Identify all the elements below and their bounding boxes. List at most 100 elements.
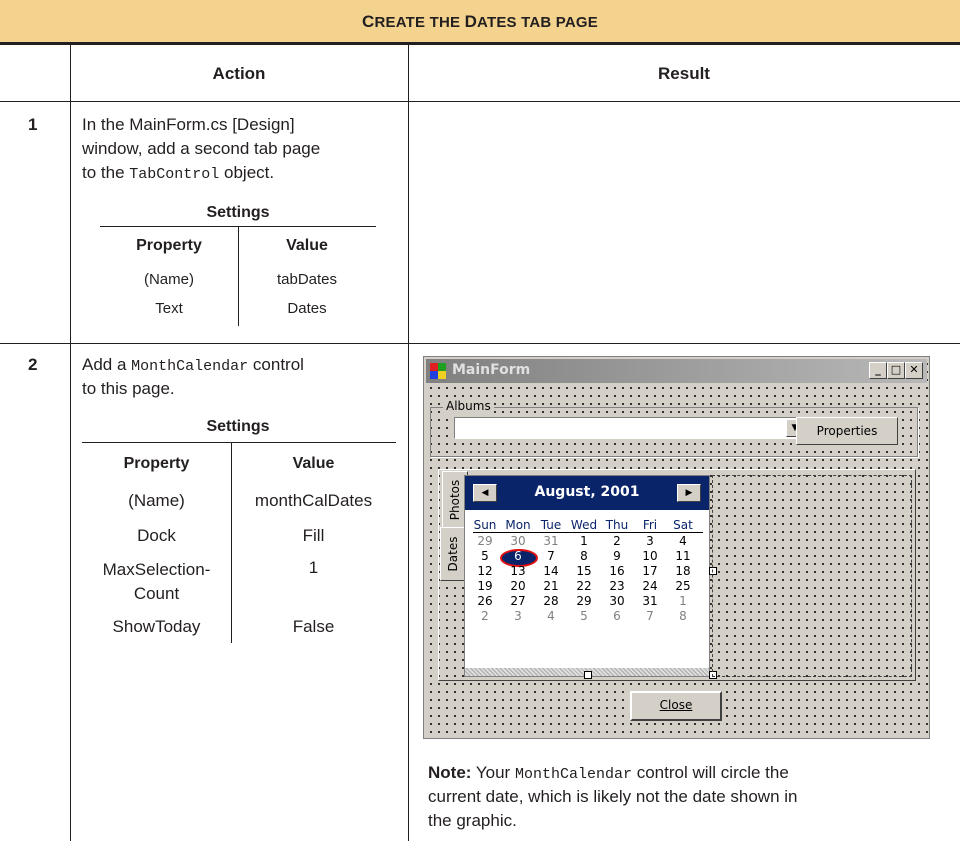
step1-line2: window, add a second tab page <box>82 139 321 158</box>
form-icon <box>430 363 446 379</box>
calendar-day[interactable]: 24 <box>636 579 664 593</box>
step2-header-value: Value <box>292 455 335 472</box>
calendar-day[interactable]: 28 <box>537 594 565 608</box>
calendar-day[interactable]: 7 <box>636 609 664 623</box>
step1-settings-title: Settings <box>206 204 270 221</box>
mainform-window: MainForm _ □ ✕ Albums ▼ Properties Photo… <box>423 356 930 739</box>
calendar-day[interactable]: 11 <box>669 549 697 563</box>
header-rule <box>0 101 960 102</box>
text-part: control will circle the <box>631 763 789 782</box>
calendar-header: ◀ August, 2001 ▶ <box>465 476 709 510</box>
calendar-day[interactable]: 8 <box>570 549 598 563</box>
day-of-week-label: Tue <box>540 518 562 532</box>
properties-button[interactable]: Properties <box>796 417 898 445</box>
calendar-day[interactable]: 31 <box>636 594 664 608</box>
step-number-1: 1 <box>28 115 38 134</box>
calendar-day[interactable]: 25 <box>669 579 697 593</box>
title-bar: MainForm _ □ ✕ <box>426 359 927 383</box>
calendar-day[interactable]: 6 <box>603 609 631 623</box>
calendar-day[interactable]: 5 <box>471 549 499 563</box>
calendar-day[interactable]: 2 <box>471 609 499 623</box>
day-of-week-label: Wed <box>570 518 598 532</box>
calendar-day[interactable]: 9 <box>603 549 631 563</box>
calendar-day[interactable]: 30 <box>504 534 532 548</box>
calendar-day[interactable]: 29 <box>471 534 499 548</box>
calendar-day[interactable]: 13 <box>504 564 532 578</box>
calendar-day[interactable]: 7 <box>537 549 565 563</box>
minimize-icon[interactable]: _ <box>869 362 887 379</box>
calendar-day[interactable]: 3 <box>504 609 532 623</box>
calendar-day[interactable]: 14 <box>537 564 565 578</box>
calendar-day[interactable]: 19 <box>471 579 499 593</box>
prop-line: MaxSelection- <box>102 560 211 579</box>
day-of-week-label: Thu <box>605 518 629 532</box>
step1-prop-name: (Name) <box>143 271 194 288</box>
col-divider-left <box>70 45 71 841</box>
step2-prop-dock: Dock <box>137 526 176 545</box>
day-of-week-label: Sat <box>673 518 693 532</box>
calendar-day[interactable]: 10 <box>636 549 664 563</box>
calendar-day[interactable]: 22 <box>570 579 598 593</box>
step2-value-maxselection: 1 <box>308 558 319 577</box>
close-icon[interactable]: ✕ <box>905 362 923 379</box>
step1-prop-text: Text <box>155 300 183 317</box>
day-of-week-label: Mon <box>505 518 531 532</box>
step2-prop-showtoday: ShowToday <box>112 617 201 636</box>
calendar-day[interactable]: 5 <box>570 609 598 623</box>
albums-combobox[interactable]: ▼ <box>454 417 806 439</box>
step1-line1: In the MainForm.cs [Design] <box>82 115 295 134</box>
calendar-day[interactable]: 17 <box>636 564 664 578</box>
code-tabcontrol: TabControl <box>129 166 220 183</box>
step1-line3: to the TabControl object. <box>82 161 274 187</box>
calendar-day[interactable]: 3 <box>636 534 664 548</box>
table-title: CREATE THE DATES TAB PAGE <box>0 12 960 32</box>
calendar-day[interactable]: 1 <box>669 594 697 608</box>
calendar-day[interactable]: 15 <box>570 564 598 578</box>
next-month-icon[interactable]: ▶ <box>677 484 701 502</box>
calendar-day[interactable]: 18 <box>669 564 697 578</box>
col-divider-right <box>408 45 409 841</box>
calendar-day[interactable]: 12 <box>471 564 499 578</box>
calendar-day[interactable]: 29 <box>570 594 598 608</box>
step-number-2: 2 <box>28 355 38 374</box>
title-part: ATES TAB PAGE <box>477 14 598 31</box>
text-part: object. <box>219 163 275 182</box>
calendar-day[interactable]: 23 <box>603 579 631 593</box>
calendar-day[interactable]: 8 <box>669 609 697 623</box>
calendar-day[interactable]: 4 <box>537 609 565 623</box>
maximize-icon[interactable]: □ <box>887 362 905 379</box>
note-line2: current date, which is likely not the da… <box>428 787 798 806</box>
calendar-day[interactable]: 30 <box>603 594 631 608</box>
title-part: C <box>362 12 375 31</box>
close-button-label: Close <box>659 698 693 712</box>
step2-line2: to this page. <box>82 379 175 398</box>
tab-dates-label: Dates <box>446 536 460 572</box>
calendar-day[interactable]: 2 <box>603 534 631 548</box>
calendar-day[interactable]: 1 <box>570 534 598 548</box>
calendar-day[interactable]: 27 <box>504 594 532 608</box>
calendar-day[interactable]: 26 <box>471 594 499 608</box>
text-part: control <box>248 355 304 374</box>
calendar-day[interactable]: 4 <box>669 534 697 548</box>
note-label: Note: <box>428 763 472 782</box>
step1-value-name: tabDates <box>276 271 338 288</box>
day-of-week-label: Sun <box>473 518 497 532</box>
step2-prop-name: (Name) <box>128 491 185 510</box>
tab-dates[interactable]: Dates <box>440 527 465 581</box>
calendar-day[interactable]: 20 <box>504 579 532 593</box>
text-part: to the <box>82 163 130 182</box>
row-rule <box>0 343 960 344</box>
step2-settings-title: Settings <box>206 418 270 435</box>
code-monthcalendar: MonthCalendar <box>514 766 632 783</box>
title-part: D <box>464 12 478 31</box>
step2-settings-rule <box>82 442 396 443</box>
close-button[interactable]: Close <box>630 691 722 721</box>
calendar-day[interactable]: 16 <box>603 564 631 578</box>
text-part: Your <box>471 763 515 782</box>
calendar-day[interactable]: 31 <box>537 534 565 548</box>
resize-handle[interactable] <box>584 671 592 679</box>
month-calendar[interactable]: ◀ August, 2001 ▶ Sun Mon Tue Wed Thu Fri Sat 2… <box>464 475 710 677</box>
dow-divider <box>473 532 703 533</box>
calendar-day[interactable]: 21 <box>537 579 565 593</box>
calendar-day[interactable]: 6 <box>504 549 532 563</box>
